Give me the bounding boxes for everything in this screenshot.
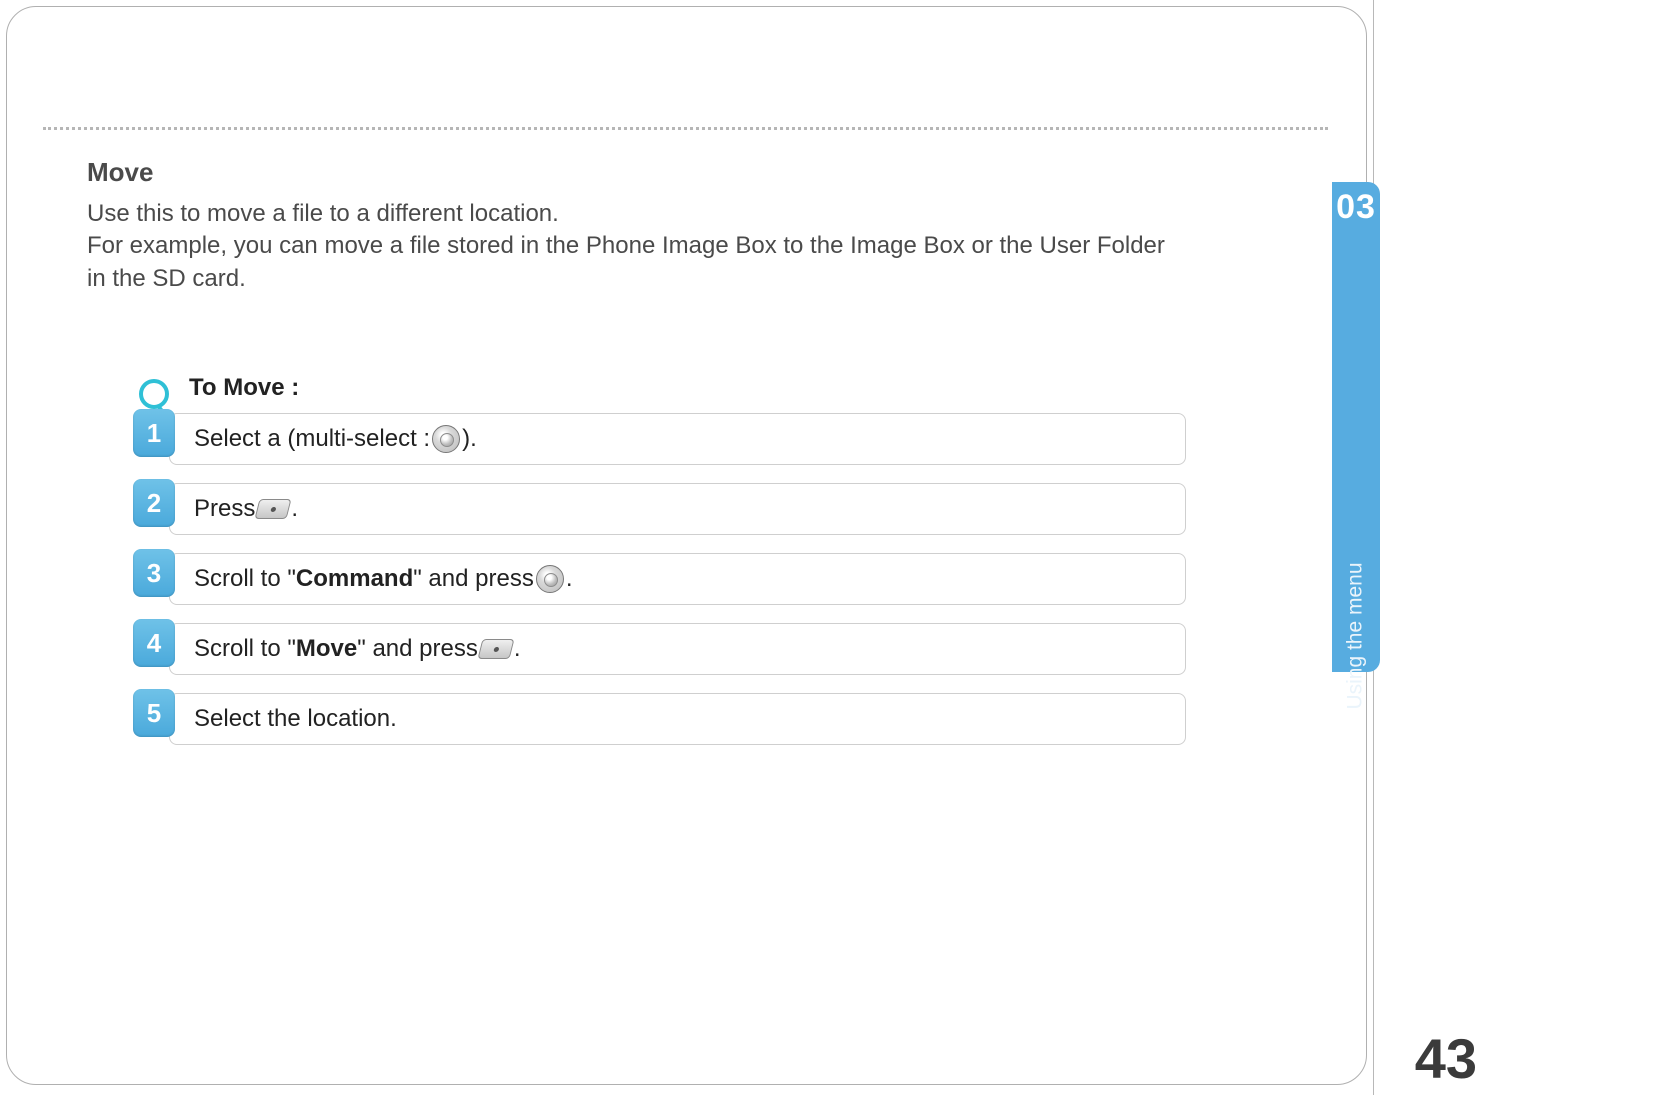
description-line-1: Use this to move a file to a different l…: [87, 200, 559, 227]
step-text-segment: .: [566, 565, 573, 593]
step-text-segment: Scroll to ": [194, 635, 296, 663]
page-frame: Move Use this to move a file to a differ…: [6, 6, 1367, 1085]
section-description: Use this to move a file to a different l…: [87, 198, 1186, 295]
chapter-label: Using the menu: [1344, 562, 1368, 709]
step-row: 1 Select a (multi-select : ).: [133, 413, 1186, 465]
step-text-segment: .: [291, 495, 298, 523]
step-text: Select a (multi-select : ).: [169, 413, 1186, 465]
step-text-segment: Scroll to ": [194, 565, 296, 593]
page-number: 43: [1415, 1026, 1477, 1091]
steps-title: To Move :: [189, 374, 299, 402]
step-text: Scroll to " Move " and press .: [169, 623, 1186, 675]
step-number-badge: 3: [133, 549, 175, 597]
step-number-badge: 5: [133, 689, 175, 737]
step-bold-term: Move: [296, 635, 357, 663]
step-text: Select the location.: [169, 693, 1186, 745]
step-bold-term: Command: [296, 565, 413, 593]
step-text-segment: " and press: [357, 635, 478, 663]
step-row: 4 Scroll to " Move " and press .: [133, 623, 1186, 675]
content-area: Move Use this to move a file to a differ…: [87, 157, 1186, 763]
step-text-segment: " and press: [413, 565, 534, 593]
step-text: Scroll to " Command " and press .: [169, 553, 1186, 605]
chapter-number: 03: [1336, 188, 1376, 227]
step-number-badge: 2: [133, 479, 175, 527]
step-text-segment: Press: [194, 495, 255, 523]
step-number-badge: 1: [133, 409, 175, 457]
step-text-segment: Select a (multi-select :: [194, 425, 430, 453]
chapter-label-wrap: Using the menu: [1282, 227, 1429, 672]
step-row: 2 Press .: [133, 483, 1186, 535]
section-title: Move: [87, 157, 1186, 188]
softkey-button-icon: [255, 499, 292, 519]
ok-button-icon: [432, 425, 460, 453]
step-text-segment: .: [514, 635, 521, 663]
step-text: Press .: [169, 483, 1186, 535]
steps-block: To Move : 1 Select a (multi-select : ). …: [133, 373, 1186, 745]
dotted-separator: [43, 127, 1328, 130]
chapter-side-tab: 03 Using the menu: [1332, 182, 1380, 672]
magnifier-bullet-icon: [139, 379, 169, 409]
steps-header: To Move :: [133, 373, 1186, 403]
step-row: 5 Select the location.: [133, 693, 1186, 745]
step-row: 3 Scroll to " Command " and press .: [133, 553, 1186, 605]
step-number-badge: 4: [133, 619, 175, 667]
softkey-button-icon: [477, 639, 514, 659]
description-line-2: For example, you can move a file stored …: [87, 232, 1165, 291]
step-text-segment: ).: [462, 425, 477, 453]
step-text-segment: Select the location.: [194, 705, 397, 733]
ok-button-icon: [536, 565, 564, 593]
